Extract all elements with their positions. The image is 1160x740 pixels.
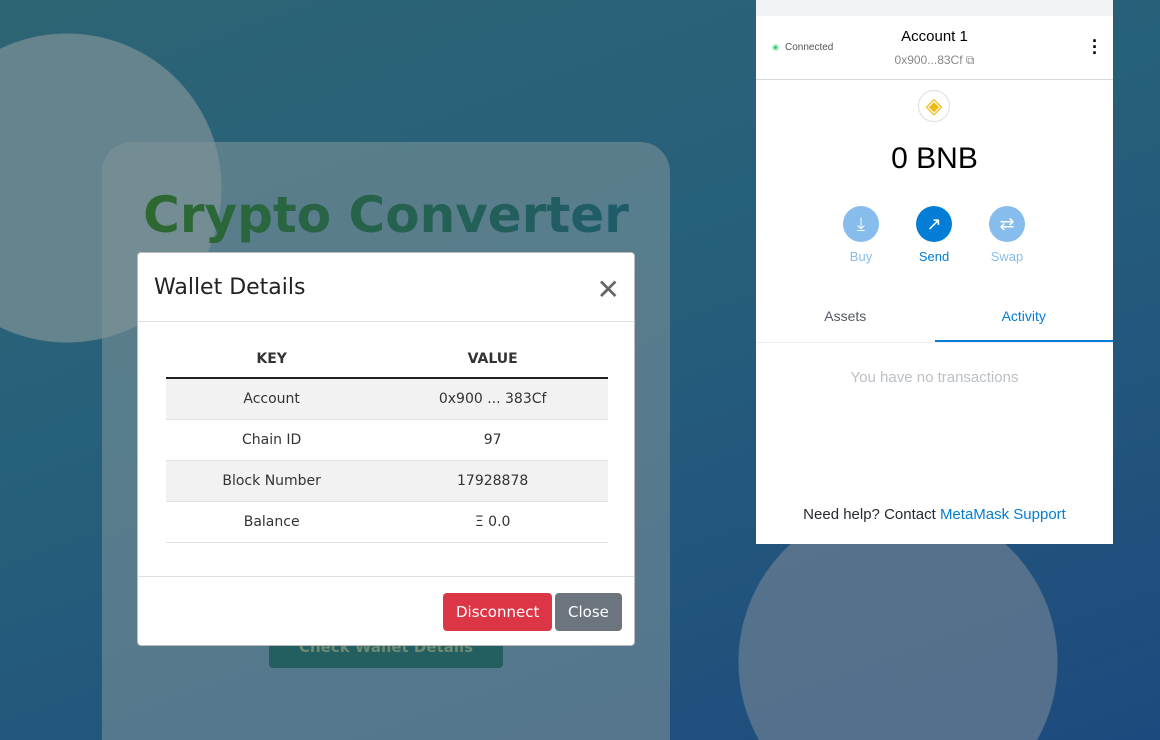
account-name[interactable]: Account 1	[756, 28, 1113, 45]
support-link[interactable]: MetaMask Support	[940, 506, 1066, 523]
key-cell: Chain ID	[166, 419, 378, 461]
key-cell: Block Number	[166, 460, 378, 502]
close-button[interactable]: Close	[555, 593, 622, 631]
send-label: Send	[918, 249, 950, 264]
bnb-logo-icon: ◈	[918, 90, 950, 122]
swap-button[interactable]: ⇄ Swap	[977, 206, 1037, 264]
modal-title: Wallet Details	[154, 275, 306, 300]
balance: 0 BNB	[891, 142, 978, 175]
help-text: Need help? Contact MetaMask Support	[756, 506, 1113, 523]
table-row: Balance Ξ 0.0	[166, 501, 608, 543]
swap-label: Swap	[990, 249, 1024, 264]
copy-icon[interactable]: ⧉	[966, 53, 975, 67]
popup-top-bar	[756, 0, 1113, 16]
value-cell: 97	[377, 419, 608, 461]
metamask-popup: Connected Account 1 0x900...83Cf ⧉ · · · ◈…	[756, 0, 1113, 544]
value-cell: Ξ 0.0	[377, 501, 608, 543]
help-prefix: Need help? Contact	[803, 506, 940, 523]
send-button[interactable]: ↗ Send	[904, 206, 964, 264]
close-icon[interactable]: ✕	[597, 273, 620, 306]
download-icon: ⤓	[843, 206, 879, 242]
empty-transactions: You have no transactions	[850, 369, 1019, 386]
value-cell: 0x900 ... 383Cf	[377, 378, 608, 420]
wallet-table: KEY VALUE Account 0x900 ... 383Cf Chain ID…	[166, 340, 608, 543]
app-title: Crypto Converter	[102, 186, 670, 244]
key-cell: Balance	[166, 501, 378, 543]
account-address[interactable]: 0x900...83Cf ⧉	[756, 53, 1113, 68]
buy-label: Buy	[849, 249, 873, 264]
tab-activity[interactable]: Activity	[934, 296, 1113, 342]
address-text: 0x900...83Cf	[894, 53, 963, 67]
swap-icon: ⇄	[989, 206, 1025, 242]
table-row: Chain ID 97	[166, 419, 608, 461]
column-header: VALUE	[377, 340, 608, 379]
wallet-details-modal: Wallet Details ✕ KEY VALUE Account 0x900 .…	[137, 252, 635, 646]
table-row: Account 0x900 ... 383Cf	[166, 378, 608, 420]
more-menu-icon[interactable]: · · ·	[1091, 32, 1099, 62]
buy-button[interactable]: ⤓ Buy	[831, 206, 891, 264]
tab-assets[interactable]: Assets	[756, 296, 935, 342]
value-cell: 17928878	[377, 460, 608, 502]
disconnect-button[interactable]: Disconnect	[443, 593, 553, 631]
table-row: Block Number 17928878	[166, 460, 608, 502]
key-cell: Account	[166, 378, 378, 420]
arrow-up-right-icon: ↗	[916, 206, 952, 242]
column-header: KEY	[166, 340, 378, 379]
